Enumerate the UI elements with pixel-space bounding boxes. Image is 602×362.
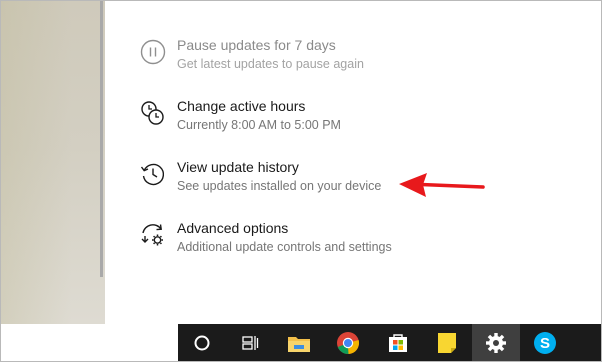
pause-updates-title: Pause updates for 7 days <box>177 37 336 53</box>
change-active-hours-title: Change active hours <box>177 98 306 114</box>
view-update-history-title: View update history <box>177 159 299 175</box>
taskbar: S <box>1 324 601 361</box>
task-view-icon <box>240 334 260 352</box>
view-update-history-desc: See updates installed on your device <box>177 179 382 193</box>
file-explorer-icon <box>287 333 311 353</box>
taskbar-dark-area: S <box>178 324 601 361</box>
skype-button[interactable]: S <box>521 324 569 361</box>
screenshot-frame: Pause updates for 7 days Get latest upda… <box>0 0 602 362</box>
desktop-background <box>1 1 105 324</box>
sticky-notes-icon <box>437 332 457 354</box>
store-button[interactable] <box>374 324 422 361</box>
svg-text:S: S <box>540 335 550 352</box>
settings-button[interactable] <box>472 324 520 361</box>
pause-updates-desc: Get latest updates to pause again <box>177 57 364 71</box>
active-hours-icon <box>139 99 167 127</box>
chrome-button[interactable] <box>324 324 372 361</box>
settings-icon <box>485 332 507 354</box>
advanced-options-title: Advanced options <box>177 220 289 236</box>
cortana-button[interactable] <box>178 324 226 361</box>
advanced-options-icon <box>139 221 167 249</box>
cortana-icon <box>193 334 211 352</box>
store-icon <box>387 332 409 354</box>
scrollbar[interactable] <box>100 1 103 277</box>
sticky-notes-button[interactable] <box>423 324 471 361</box>
skype-icon: S <box>533 331 557 355</box>
chrome-icon <box>336 331 360 355</box>
windows-update-panel: Pause updates for 7 days Get latest upda… <box>105 1 601 324</box>
history-icon <box>139 160 167 188</box>
task-view-button[interactable] <box>226 324 274 361</box>
annotation-arrow <box>399 173 485 197</box>
advanced-options-desc: Additional update controls and settings <box>177 240 392 254</box>
change-active-hours-desc: Currently 8:00 AM to 5:00 PM <box>177 118 341 132</box>
file-explorer-button[interactable] <box>275 324 323 361</box>
pause-icon <box>139 38 167 66</box>
